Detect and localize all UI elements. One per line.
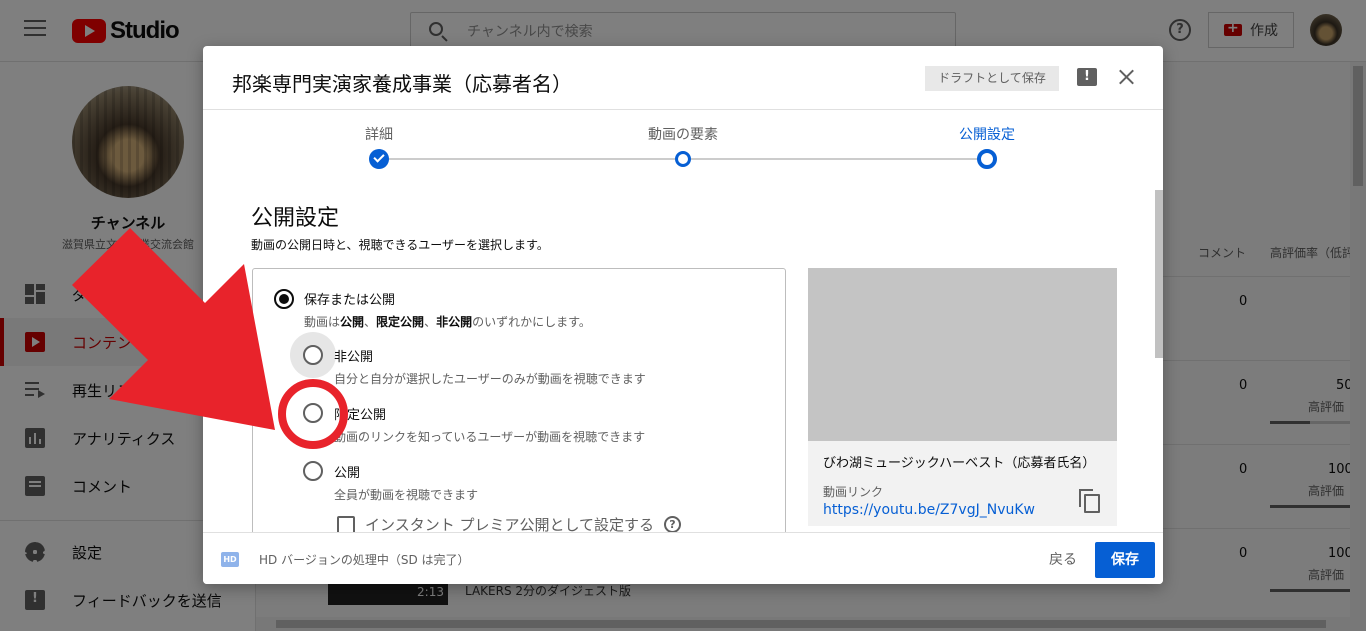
close-icon[interactable] — [1116, 67, 1136, 87]
option-public-label[interactable]: 公開 — [334, 462, 360, 481]
option-public-desc: 全員が動画を視聴できます — [334, 488, 479, 502]
step-elements-dot[interactable] — [675, 151, 691, 167]
section-description: 動画の公開日時と、視聴できるユーザーを選択します。 — [251, 238, 549, 252]
radio-unlisted[interactable] — [303, 403, 323, 423]
step-visibility-dot[interactable] — [977, 149, 997, 169]
scrollbar-thumb[interactable] — [1155, 190, 1163, 358]
header-divider — [203, 109, 1163, 110]
step-visibility-label[interactable]: 公開設定 — [959, 124, 1015, 144]
step-elements-label[interactable]: 動画の要素 — [648, 124, 718, 144]
radio-public[interactable] — [303, 461, 323, 481]
back-button[interactable]: 戻る — [1039, 543, 1087, 577]
step-details-label[interactable]: 詳細 — [365, 124, 393, 144]
video-preview[interactable] — [808, 268, 1117, 441]
option-unlisted-label[interactable]: 限定公開 — [334, 404, 386, 423]
save-as-draft-button[interactable]: ドラフトとして保存 — [925, 66, 1059, 91]
preview-video-title: びわ湖ミュージックハーベスト（応募者氏名） — [823, 456, 1096, 471]
dialog-scrollbar[interactable] — [1155, 110, 1163, 532]
option-save-or-publish-label[interactable]: 保存または公開 — [304, 289, 395, 308]
option-private-label[interactable]: 非公開 — [334, 346, 373, 365]
option-private-desc: 自分と自分が選択したユーザーのみが動画を視聴できます — [334, 372, 646, 386]
dialog-title: 邦楽専門実演家養成事業（応募者名） — [232, 72, 572, 96]
feedback-icon[interactable]: ! — [1077, 68, 1097, 86]
upload-dialog: 邦楽専門実演家養成事業（応募者名） ドラフトとして保存 ! 詳細 動画の要素 公… — [203, 46, 1163, 584]
video-preview-info: びわ湖ミュージックハーベスト（応募者氏名） 動画リンク https://yout… — [808, 441, 1117, 526]
option-unlisted-desc: 動画のリンクを知っているユーザーが動画を視聴できます — [334, 430, 646, 444]
option-save-or-publish-desc: 動画は公開、限定公開、非公開のいずれかにします。 — [304, 315, 591, 329]
radio-private[interactable] — [303, 345, 323, 365]
section-title: 公開設定 — [251, 206, 340, 231]
video-link-label: 動画リンク — [823, 485, 884, 499]
radio-save-or-publish[interactable] — [274, 289, 294, 309]
processing-status: HD バージョンの処理中（SD は完了） — [259, 553, 470, 567]
help-icon[interactable]: ? — [664, 516, 681, 533]
copy-icon[interactable] — [1079, 489, 1100, 513]
save-button[interactable]: 保存 — [1095, 542, 1155, 578]
video-link[interactable]: https://youtu.be/Z7vgJ_NvuKw — [823, 502, 1035, 518]
hd-badge-icon: HD — [221, 552, 239, 567]
dialog-footer: HD HD バージョンの処理中（SD は完了） 戻る 保存 — [203, 532, 1163, 584]
step-done-check-icon[interactable] — [369, 149, 389, 169]
